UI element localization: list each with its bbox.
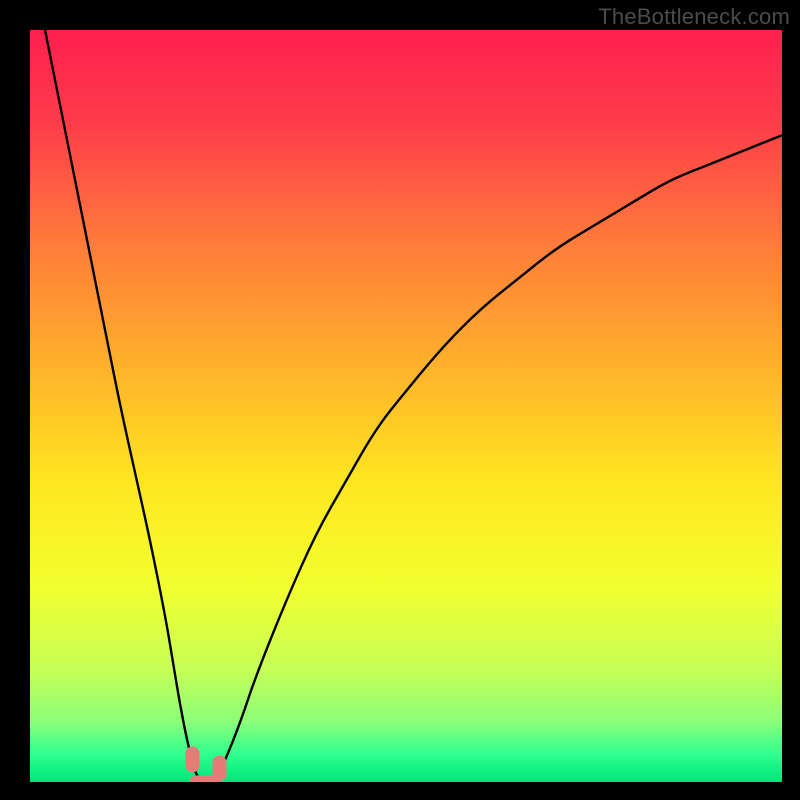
- gradient-background: [30, 30, 782, 782]
- chart-frame: TheBottleneck.com: [0, 0, 800, 800]
- bottom-marker: [189, 776, 219, 783]
- left-marker: [185, 746, 199, 772]
- bottleneck-chart: [30, 30, 782, 782]
- watermark-text: TheBottleneck.com: [598, 4, 790, 30]
- plot-area: [30, 30, 782, 782]
